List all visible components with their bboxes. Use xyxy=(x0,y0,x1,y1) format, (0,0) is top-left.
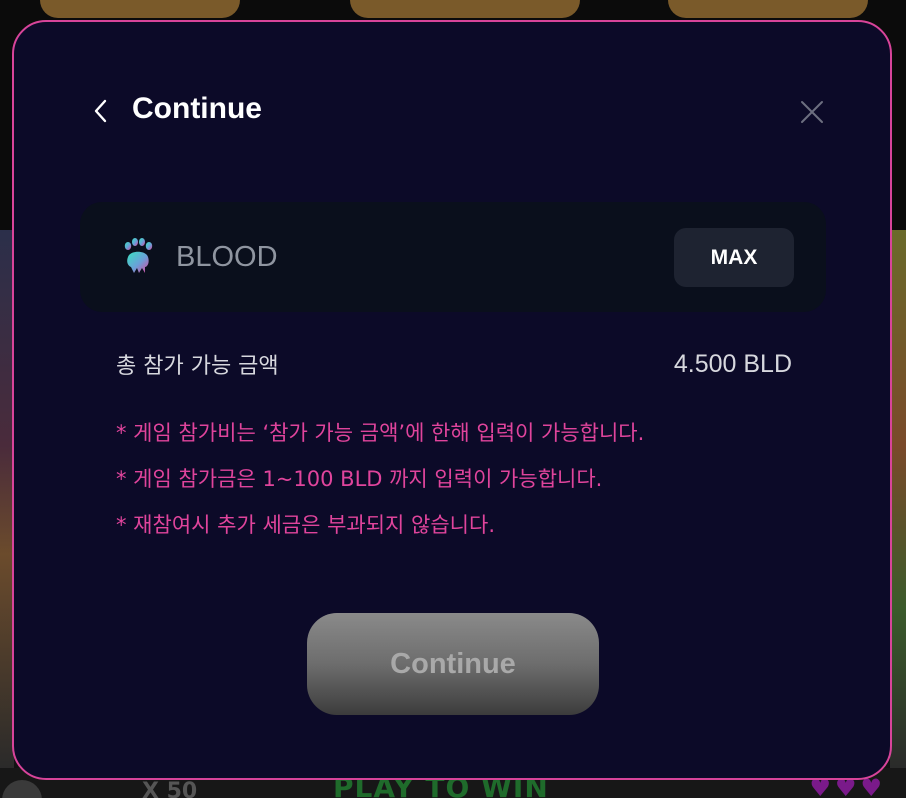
blood-amount-input[interactable] xyxy=(176,236,656,278)
available-amount-value: 4.500 BLD xyxy=(673,349,792,378)
game-tile xyxy=(668,0,868,18)
modal-title: Continue xyxy=(132,92,262,125)
close-icon xyxy=(801,101,823,123)
notice-list: * 게임 참가비는 ‘참가 가능 금액’에 한해 입력이 가능합니다. * 게임… xyxy=(116,410,816,548)
max-button[interactable]: MAX xyxy=(674,228,794,287)
game-background-right xyxy=(890,230,906,770)
continue-modal: Continue BLOOD MAX 총 참가 가능 금액 4.500 BLD … xyxy=(12,20,892,780)
available-amount-label: 총 참가 가능 금액 xyxy=(116,354,279,379)
back-button[interactable] xyxy=(86,96,116,126)
available-amount-row: 총 참가 가능 금액 4.500 BLD xyxy=(116,344,792,384)
close-button[interactable] xyxy=(796,96,828,128)
paw-token-icon xyxy=(120,237,156,277)
game-multiplier: X 50 xyxy=(142,779,198,798)
continue-button[interactable]: Continue xyxy=(307,613,599,715)
notice-item: * 재참여시 추가 세금은 부과되지 않습니다. xyxy=(116,513,495,537)
notice-item: * 게임 참가금은 1~100 BLD 까지 입력이 가능합니다. xyxy=(116,467,603,491)
notice-item: * 게임 참가비는 ‘참가 가능 금액’에 한해 입력이 가능합니다. xyxy=(116,421,645,445)
chevron-left-icon xyxy=(94,99,107,123)
modal-header: Continue xyxy=(14,22,890,202)
game-tile xyxy=(350,0,580,18)
game-tile xyxy=(40,0,240,18)
token-amount-field: MAX xyxy=(80,202,826,312)
game-logo-icon xyxy=(2,780,42,798)
